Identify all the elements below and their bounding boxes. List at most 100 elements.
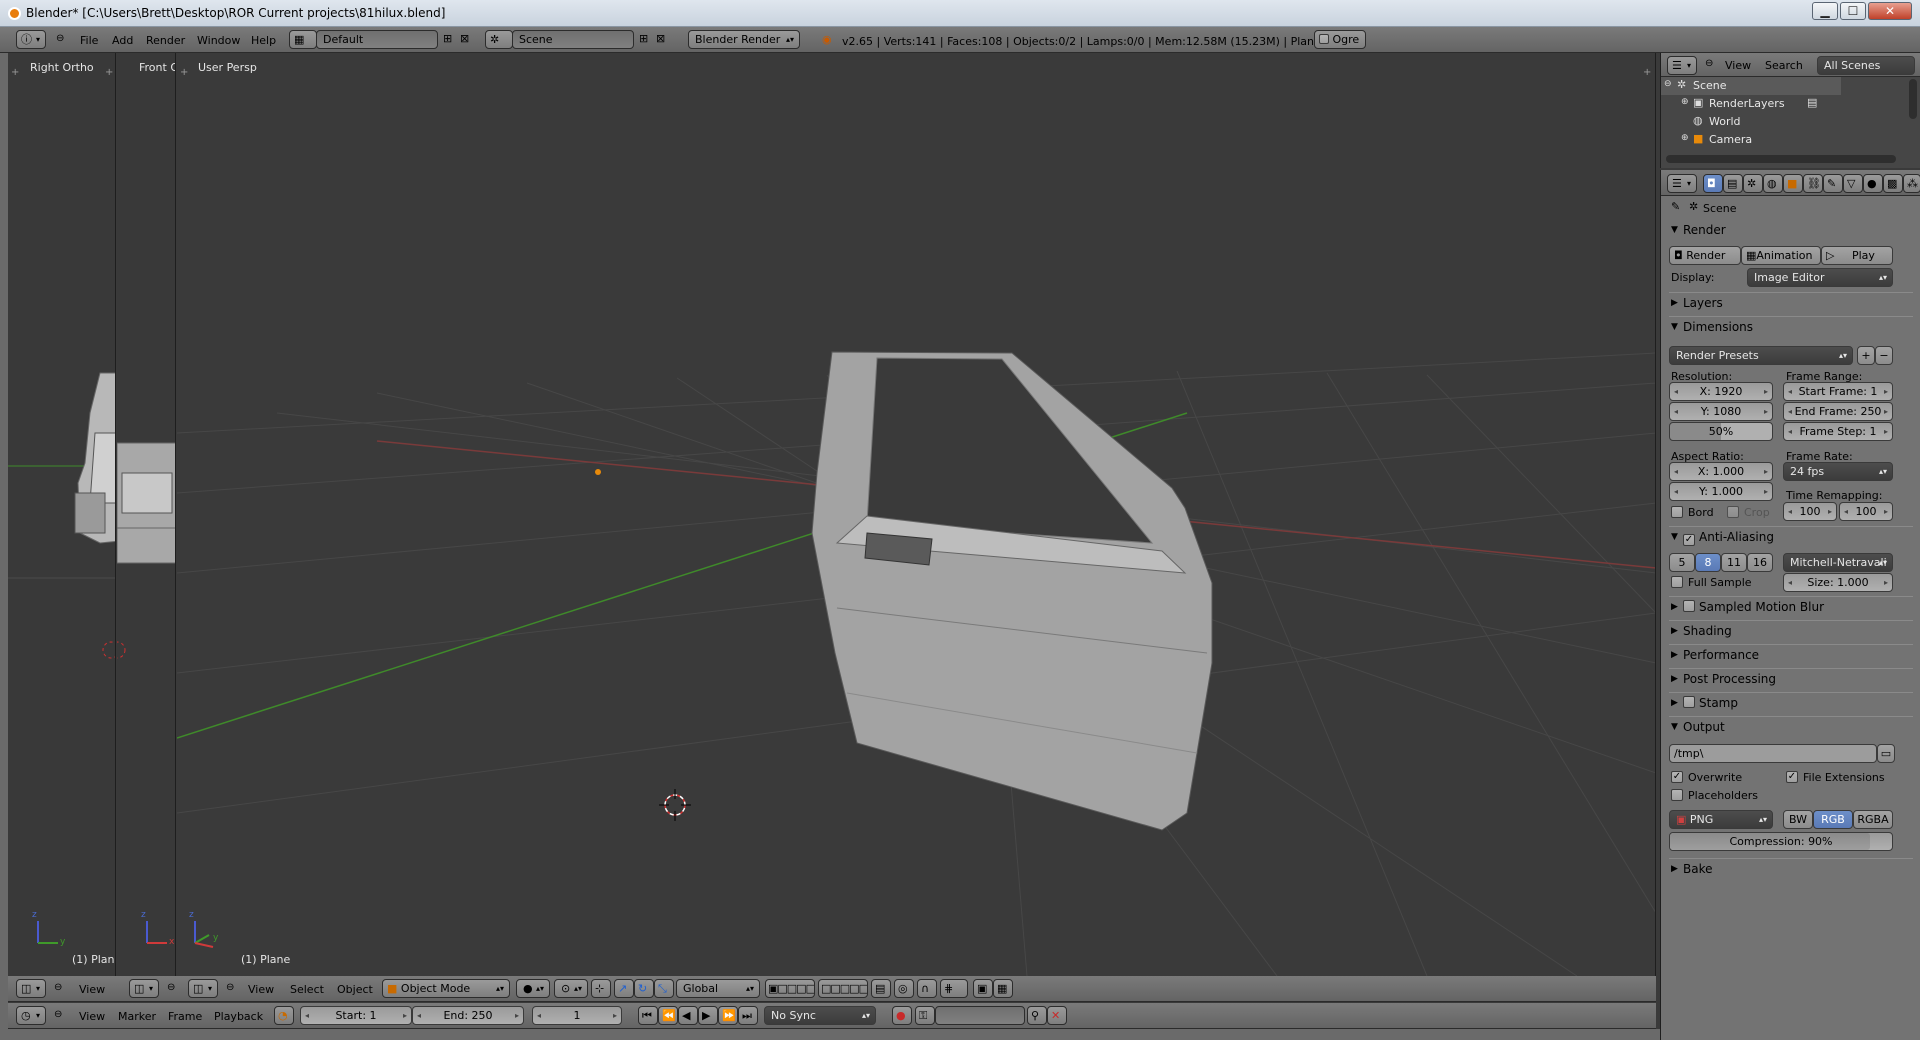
close-button[interactable]: ✕	[1868, 2, 1912, 20]
auto-keying-button[interactable]: ●	[892, 1006, 912, 1025]
menu-render[interactable]: Render	[146, 34, 185, 47]
outliner-search-menu[interactable]: Search	[1765, 59, 1803, 72]
add-preset-button[interactable]: +	[1857, 346, 1875, 365]
sync-mode-dropdown[interactable]: No Sync ▴▾	[764, 1006, 876, 1025]
crop-checkbox[interactable]	[1727, 506, 1739, 518]
editor-type-button[interactable]: ◷ ▾	[16, 1006, 46, 1025]
motion-blur-checkbox[interactable]	[1683, 600, 1695, 612]
collapse-menus-icon[interactable]: ⊖	[54, 982, 62, 993]
overwrite-checkbox[interactable]: ✓	[1671, 771, 1683, 783]
outliner-renderlayers-row[interactable]: ⊕ ▣ RenderLayers ▤	[1661, 95, 1841, 113]
editor-type-button[interactable]: ☰ ▾	[1667, 56, 1697, 75]
render-section-header[interactable]: ▼ Render	[1669, 220, 1913, 241]
resolution-y-field[interactable]: ◂ Y: 1080 ▸	[1669, 402, 1773, 421]
manipulator-toggle[interactable]: ⊹	[591, 979, 611, 998]
object-menu[interactable]: Object	[337, 983, 373, 996]
constraints-context-tab[interactable]: ⛓	[1803, 174, 1823, 193]
performance-section-header[interactable]: ▶ Performance	[1669, 644, 1913, 665]
end-frame-field[interactable]: ◂ End Frame: 250 ▸	[1783, 402, 1893, 421]
render-presets-dropdown[interactable]: Render Presets ▴▾	[1669, 346, 1853, 365]
jump-to-start-button[interactable]: ⏮	[638, 1006, 658, 1025]
aspect-y-field[interactable]: ◂ Y: 1.000 ▸	[1669, 482, 1773, 501]
menu-file[interactable]: File	[80, 34, 98, 47]
aa-samples-16-button[interactable]: 16	[1747, 553, 1773, 572]
outliner-vertical-scrollbar[interactable]	[1909, 79, 1917, 119]
interaction-mode-dropdown[interactable]: ■ Object Mode ▴▾	[382, 979, 510, 998]
menu-help[interactable]: Help	[251, 34, 276, 47]
file-extensions-checkbox[interactable]: ✓	[1786, 771, 1798, 783]
keying-set-button[interactable]: ⚿	[915, 1006, 935, 1025]
editor-type-button[interactable]: ◫ ▾	[16, 979, 46, 998]
outliner-display-mode-dropdown[interactable]: All Scenes	[1817, 56, 1915, 75]
maximize-button[interactable]: ☐	[1840, 2, 1866, 20]
frame-step-field[interactable]: ◂ Frame Step: 1 ▸	[1783, 422, 1893, 441]
timeline-end-frame-field[interactable]: ◂ End: 250 ▸	[412, 1006, 524, 1025]
stamp-checkbox[interactable]	[1683, 696, 1695, 708]
collapse-menus-icon[interactable]: ⊖	[56, 33, 64, 44]
output-path-field[interactable]: /tmp\	[1669, 744, 1877, 763]
jump-next-keyframe-button[interactable]: ⏩	[718, 1006, 738, 1025]
anti-aliasing-section-header[interactable]: ▼ ✓ Anti-Aliasing	[1669, 526, 1913, 547]
collapse-menus-icon[interactable]: ⊖	[167, 982, 175, 993]
aa-samples-5-button[interactable]: 5	[1669, 553, 1695, 572]
screen-layout-browse-button[interactable]: ▦	[289, 30, 317, 49]
render-layers-context-tab[interactable]: ▤	[1723, 174, 1743, 193]
render-animation-button[interactable]: ▦Animation	[1741, 246, 1821, 265]
preview-range-toggle[interactable]: ◔	[274, 1006, 294, 1025]
insert-keyframe-button[interactable]: ⚲	[1027, 1006, 1047, 1025]
full-sample-checkbox[interactable]	[1671, 576, 1683, 588]
outliner-world-row[interactable]: ◍ World	[1661, 113, 1841, 131]
timeline-view-menu[interactable]: View	[79, 1010, 105, 1023]
output-section-header[interactable]: ▼ Output	[1669, 716, 1913, 737]
delete-keyframe-button[interactable]: ✕	[1047, 1006, 1067, 1025]
resolution-x-field[interactable]: ◂ X: 1920 ▸	[1669, 382, 1773, 401]
pivot-point-dropdown[interactable]: ⊙ ▴▾	[554, 979, 588, 998]
motion-blur-section-header[interactable]: ▶ Sampled Motion Blur	[1669, 596, 1913, 617]
editor-type-button[interactable]: ◫ ▾	[129, 979, 159, 998]
dimensions-section-header[interactable]: ▼ Dimensions	[1669, 316, 1913, 337]
snap-toggle[interactable]: ∩	[917, 979, 937, 998]
placeholders-checkbox[interactable]	[1671, 789, 1683, 801]
minimize-button[interactable]: ▁	[1812, 2, 1838, 20]
start-frame-field[interactable]: ◂ Start Frame: 1 ▸	[1783, 382, 1893, 401]
current-frame-field[interactable]: ◂ 1 ▸	[532, 1006, 622, 1025]
render-engine-dropdown[interactable]: Blender Render ▴▾	[688, 30, 800, 49]
collapse-menus-icon[interactable]: ⊖	[226, 982, 234, 993]
lock-camera-layers-button[interactable]: ▤	[871, 979, 891, 998]
viewport-user-persp[interactable]: User Persp + + z y (1) Plane	[177, 53, 1656, 976]
collapse-menus-icon[interactable]: ⊖	[54, 1009, 62, 1020]
aa-samples-11-button[interactable]: 11	[1721, 553, 1747, 572]
scene-layers-group-2[interactable]: □□□□□	[818, 979, 868, 998]
snap-element-dropdown[interactable]: ⋕	[940, 979, 968, 998]
time-remap-new-field[interactable]: ◂ 100 ▸	[1839, 502, 1893, 521]
resolution-percentage-slider[interactable]: 50%	[1669, 422, 1773, 441]
color-rgba-button[interactable]: RGBA	[1853, 810, 1893, 829]
post-processing-section-header[interactable]: ▶ Post Processing	[1669, 668, 1913, 689]
modifiers-context-tab[interactable]: ✎	[1823, 174, 1843, 193]
viewport-split-icon[interactable]: +	[180, 67, 188, 78]
play-button[interactable]: ▶	[698, 1006, 718, 1025]
shading-section-header[interactable]: ▶ Shading	[1669, 620, 1913, 641]
add-scene-icon[interactable]: ⊞	[639, 32, 648, 45]
right-view-menu[interactable]: View	[79, 983, 105, 996]
editor-type-info-button[interactable]: ⓘ ▾	[16, 30, 46, 49]
viewport-front-ortho[interactable]: Front Ol z x	[117, 53, 176, 976]
layers-section-header[interactable]: ▶ Layers	[1669, 292, 1913, 313]
opengl-render-animation-button[interactable]: ▦	[993, 979, 1013, 998]
timeline-frame-menu[interactable]: Frame	[168, 1010, 202, 1023]
menu-window[interactable]: Window	[197, 34, 240, 47]
ogre-button[interactable]: Ogre	[1314, 30, 1366, 49]
render-context-tab[interactable]: ◘	[1703, 174, 1723, 193]
editor-type-button[interactable]: ◫ ▾	[188, 979, 218, 998]
render-display-dropdown[interactable]: Image Editor ▴▾	[1747, 268, 1893, 287]
color-rgb-button[interactable]: RGB	[1813, 810, 1853, 829]
scene-field[interactable]: Scene	[512, 30, 634, 49]
outliner-view-menu[interactable]: View	[1725, 59, 1751, 72]
viewport-right-ortho[interactable]: Right Ortho + + z y (1) Plane	[8, 53, 116, 976]
aspect-x-field[interactable]: ◂ X: 1.000 ▸	[1669, 462, 1773, 481]
collapse-toggle-icon[interactable]: ⊖	[1664, 79, 1672, 89]
bake-section-header[interactable]: ▶ Bake	[1669, 858, 1913, 879]
outliner-horizontal-scrollbar[interactable]	[1666, 155, 1896, 163]
scene-layers-group-1[interactable]: ▣□□□□	[765, 979, 815, 998]
proportional-editing-button[interactable]: ◎	[894, 979, 914, 998]
